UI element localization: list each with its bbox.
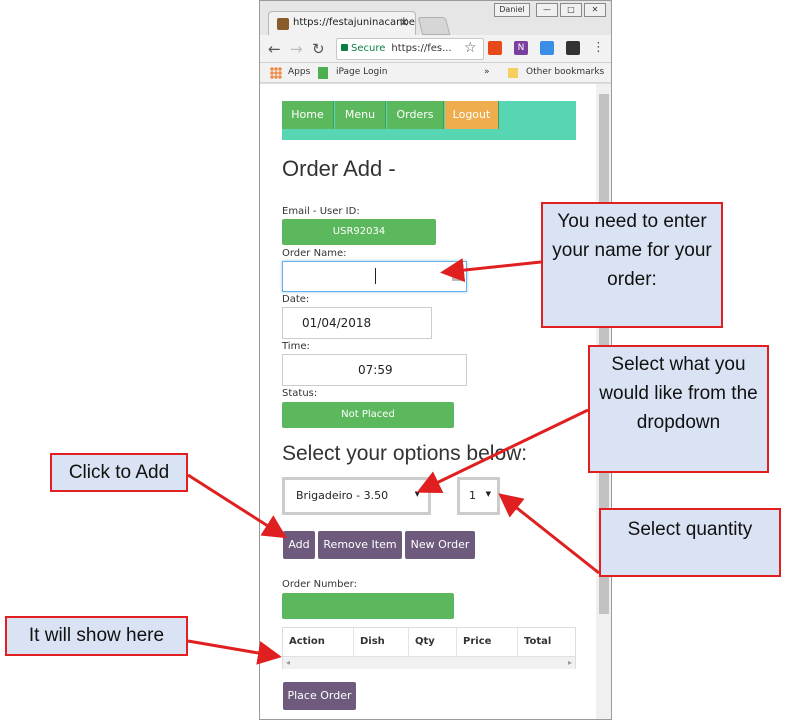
url-text: https://fes... (391, 43, 452, 54)
table-header-dish: Dish (354, 628, 409, 656)
minimize-button[interactable]: — (536, 3, 558, 17)
nav-orders[interactable]: Orders (387, 101, 444, 129)
terminal-extension-icon[interactable] (566, 41, 580, 55)
page-title: Order Add - (282, 156, 396, 181)
site-navbar: Home Menu Orders Logout (282, 101, 576, 140)
order-name-input[interactable] (282, 261, 467, 292)
favicon-icon (277, 18, 289, 30)
place-order-button[interactable]: Place Order (283, 682, 356, 710)
browser-tab[interactable]: https://festajuninacanbe × (268, 11, 416, 35)
apps-bookmark[interactable]: Apps (288, 67, 310, 77)
date-input[interactable]: 01/04/2018 (282, 307, 432, 339)
dish-select[interactable]: Brigadeiro - 3.50 ▼ (282, 477, 431, 515)
order-name-label: Order Name: (282, 248, 347, 259)
callout-enter-name: You need to enter your name for your ord… (541, 202, 723, 328)
time-input[interactable]: 07:59 (282, 354, 467, 386)
reload-icon[interactable]: ↻ (312, 40, 325, 58)
nav-menu[interactable]: Menu (335, 101, 386, 129)
table-header-qty: Qty (409, 628, 457, 656)
time-label: Time: (282, 341, 310, 352)
ipage-icon (318, 67, 328, 79)
menu-kebab-icon[interactable]: ⋮ (592, 40, 605, 55)
nav-logout[interactable]: Logout (445, 101, 499, 129)
office-icon[interactable] (488, 41, 502, 55)
options-heading: Select your options below: (282, 442, 528, 465)
extension-icon[interactable] (540, 41, 554, 55)
bookmarks-overflow[interactable]: » (484, 67, 490, 77)
scroll-right-icon[interactable]: ▸ (568, 658, 572, 667)
browser-toolbar: ← → ↻ Secure https://fes... ☆ N ⋮ (260, 35, 611, 63)
quantity-select-value: 1 (469, 489, 476, 502)
nav-home[interactable]: Home (282, 101, 334, 129)
callout-quantity: Select quantity (599, 508, 781, 577)
page-viewport: Home Menu Orders Logout Order Add - Emai… (260, 84, 596, 719)
orders-table: Action Dish Qty Price Total ◂ ▸ (282, 627, 576, 669)
quantity-select[interactable]: 1 ▼ (457, 477, 500, 515)
onenote-icon[interactable]: N (514, 41, 528, 55)
back-arrow-icon[interactable]: ← (268, 40, 281, 58)
callout-dropdown: Select what you would like from the drop… (588, 345, 769, 473)
status-field: Not Placed (282, 402, 454, 428)
keyboard-icon (452, 273, 462, 281)
user-id-field: USR92034 (282, 219, 436, 245)
chevron-down-icon: ▼ (485, 490, 491, 498)
close-window-button[interactable]: ✕ (584, 3, 606, 17)
order-number-label: Order Number: (282, 579, 357, 590)
order-number-field (282, 593, 454, 619)
title-bar: https://festajuninacanbe × Daniel — □ ✕ (260, 1, 611, 35)
secure-label: Secure (351, 43, 386, 54)
screenshot-stage: https://festajuninacanbe × Daniel — □ ✕ … (0, 0, 786, 720)
lock-icon (341, 44, 348, 51)
table-header-action: Action (283, 628, 354, 656)
bookmarks-bar: Apps iPage Login » Other bookmarks (260, 63, 611, 83)
email-label: Email - User ID: (282, 206, 360, 217)
text-cursor (375, 268, 376, 284)
date-label: Date: (282, 294, 310, 305)
add-button[interactable]: Add (283, 531, 315, 559)
tab-title: https://festajuninacanbe (293, 17, 415, 28)
address-bar[interactable]: Secure https://fes... (336, 38, 484, 60)
apps-grid-icon (270, 67, 282, 79)
star-icon[interactable]: ☆ (464, 40, 477, 56)
table-header-total: Total (524, 636, 552, 647)
callout-click-add: Click to Add (50, 453, 188, 492)
table-scrollbar[interactable]: ◂ ▸ (283, 656, 575, 669)
chevron-down-icon: ▼ (414, 490, 420, 498)
callout-show-here: It will show here (5, 616, 188, 656)
maximize-button[interactable]: □ (560, 3, 582, 17)
table-header-price: Price (457, 628, 518, 656)
other-bookmarks[interactable]: Other bookmarks (526, 67, 604, 77)
profile-badge[interactable]: Daniel (494, 3, 530, 17)
forward-arrow-icon[interactable]: → (290, 40, 303, 58)
status-label: Status: (282, 388, 318, 399)
new-order-button[interactable]: New Order (405, 531, 475, 559)
scroll-left-icon[interactable]: ◂ (286, 658, 290, 667)
tab-close-icon[interactable]: × (399, 15, 409, 29)
remove-item-button[interactable]: Remove Item (318, 531, 402, 559)
new-tab-button[interactable] (417, 17, 451, 35)
dish-select-value: Brigadeiro - 3.50 (296, 489, 389, 502)
browser-window: https://festajuninacanbe × Daniel — □ ✕ … (259, 0, 612, 720)
ipage-bookmark[interactable]: iPage Login (336, 67, 387, 77)
folder-icon (508, 68, 518, 78)
